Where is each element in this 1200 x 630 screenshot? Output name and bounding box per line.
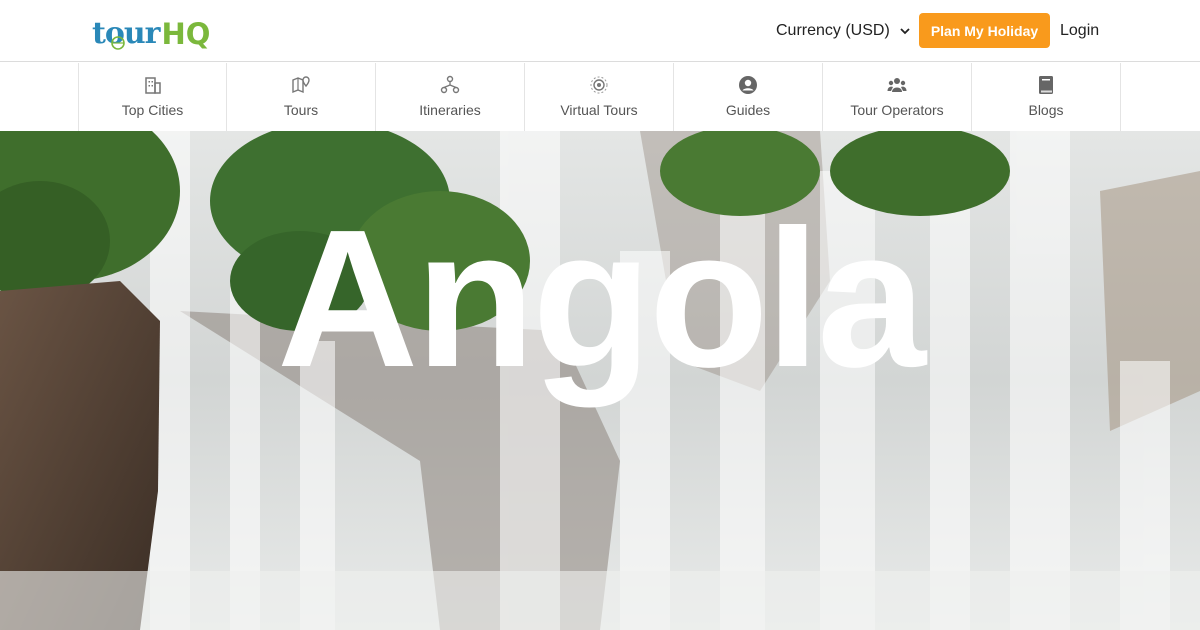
chevron-down-icon [900,28,910,35]
hero-banner: Angola [0,131,1200,630]
nav-item-top-cities[interactable]: Top Cities [78,63,227,131]
users-group-icon [887,78,907,92]
book-icon [1039,76,1053,94]
nav-label: Guides [725,102,771,118]
nav-item-blogs[interactable]: Blogs [972,63,1121,131]
nav-label: Tour Operators [850,102,944,118]
nav-item-guides[interactable]: Guides [674,63,823,131]
currency-label: Currency (USD) [776,22,890,39]
nav-item-itineraries[interactable]: Itineraries [376,63,525,131]
nav-label: Blogs [1028,102,1064,118]
nav-label: Itineraries [419,102,481,118]
globe-icon [111,36,125,50]
nav-label: Tours [283,102,319,118]
nav-item-virtual-tours[interactable]: Virtual Tours [525,63,674,131]
category-nav: Top Cities Tours Itineraries Virtual Tou… [0,63,1200,131]
city-building-icon [144,77,161,94]
itinerary-network-icon [440,75,460,94]
currency-dropdown[interactable]: Currency (USD) [776,20,912,42]
top-bar: tour HQ Currency (USD) Plan My Holiday L… [0,0,1200,62]
plan-my-holiday-button[interactable]: Plan My Holiday [919,13,1050,48]
map-pin-icon [292,76,310,94]
nav-label: Top Cities [121,102,184,118]
tourhq-logo[interactable]: tour HQ [92,9,211,51]
login-link[interactable]: Login [1060,20,1099,42]
nav-item-tours[interactable]: Tours [227,63,376,131]
nav-item-tour-operators[interactable]: Tour Operators [823,63,972,131]
virtual-tour-icon [590,76,608,94]
logo-text-hq: HQ [161,17,211,51]
hero-title: Angola [276,189,926,408]
logo-text-tour: tour [92,16,160,51]
nav-label: Virtual Tours [560,102,638,118]
user-circle-icon [739,76,757,94]
